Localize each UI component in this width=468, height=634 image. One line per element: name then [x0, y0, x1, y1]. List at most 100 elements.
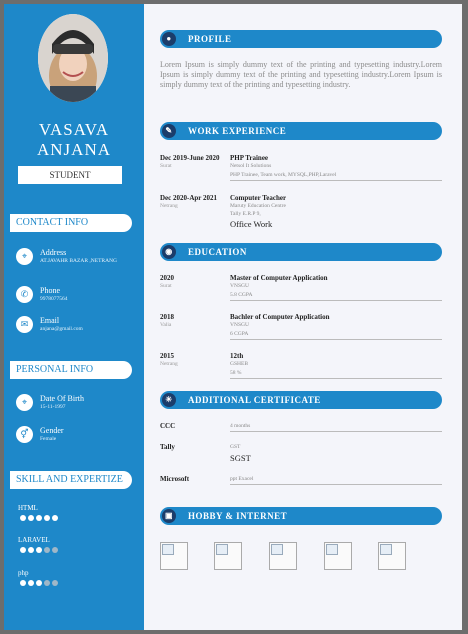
role-badge: STUDENT	[18, 166, 122, 184]
experience-title: Computer Teacher	[230, 194, 287, 202]
education-place: Valia	[160, 322, 172, 328]
experience-company: Netsol It Solutions	[230, 163, 272, 169]
hobby-heading: ▣ HOBBY & INTERNET	[160, 507, 442, 525]
experience-title: PHP Trainee	[230, 154, 269, 162]
address-value: AT.JAVAHR BAZAR ,NETRANG	[40, 258, 118, 264]
skill-dot-filled	[36, 515, 42, 521]
broken-image-icon	[326, 544, 338, 555]
skill-dot-filled	[20, 580, 26, 586]
education-place: Surat	[160, 283, 172, 289]
experience-place: Netrang	[160, 203, 178, 209]
certificate-heading: ✳ ADDITIONAL CERTIFICATE	[160, 391, 442, 409]
certificate-name: Tally	[160, 443, 175, 451]
email-value[interactable]: anjana@gmail.com	[40, 326, 136, 333]
skills-heading: SKILL AND EXPERTIZE	[10, 471, 132, 489]
education-heading-label: EDUCATION	[188, 247, 247, 257]
education-board: VNSGU	[230, 283, 249, 289]
phone-label: Phone	[40, 286, 60, 295]
certificate-detail: 4 months	[230, 423, 251, 429]
profile-text: Lorem Ipsum is simply dummy text of the …	[160, 60, 442, 89]
experience-heading-label: WORK EXPERIENCE	[188, 126, 287, 136]
skill-name: LARAVEL	[18, 536, 50, 544]
main-content: ● PROFILE Lorem Ipsum is simply dummy te…	[144, 4, 462, 630]
last-name: ANJANA	[37, 140, 111, 159]
broken-image-icon	[162, 544, 174, 555]
education-degree: Bachler of Computer Application	[230, 313, 330, 321]
education-degree: Master of Computer Application	[230, 274, 328, 282]
skill-rating	[20, 515, 58, 521]
education-year: 2015	[160, 352, 174, 360]
education-year: 2020	[160, 274, 174, 282]
hobby-heading-label: HOBBY & INTERNET	[188, 511, 288, 521]
gender-icon: ⚥	[16, 426, 33, 443]
certificate-name: Microsoft	[160, 475, 190, 483]
map-pin-icon: ⌖	[16, 248, 33, 265]
experience-extra: Office Work	[230, 219, 273, 229]
education-degree: 12th	[230, 352, 244, 360]
education-score: 58 %	[230, 370, 242, 376]
user-icon: ●	[162, 32, 176, 46]
experience-date: Dec 2019-June 2020	[160, 154, 220, 162]
address-label: Address	[40, 248, 67, 257]
divider	[230, 431, 442, 432]
dob-label: Date Of Birth	[40, 394, 84, 403]
skill-dot-filled	[20, 515, 26, 521]
skill-dot-empty	[44, 580, 50, 586]
experience-place: Surat	[160, 163, 172, 169]
first-name: VASAVA	[38, 120, 110, 139]
sidebar: VASAVA ANJANA STUDENT CONTACT INFO ⌖ Add…	[4, 4, 144, 630]
pencil-icon: ✎	[162, 124, 176, 138]
experience-company: Maruty Education Centre	[230, 203, 286, 209]
hobby-image	[378, 542, 406, 570]
broken-image-icon	[271, 544, 283, 555]
hobby-image	[324, 542, 352, 570]
gender-label: Gender	[40, 426, 64, 435]
divider	[230, 339, 442, 340]
contact-heading: CONTACT INFO	[10, 214, 132, 232]
skill-dot-filled	[28, 547, 34, 553]
skill-rating	[20, 547, 58, 553]
graduation-cap-icon: ◉	[162, 245, 176, 259]
skill-dot-empty	[52, 547, 58, 553]
skill-dot-filled	[28, 580, 34, 586]
skill-dot-filled	[36, 580, 42, 586]
resume-page: VASAVA ANJANA STUDENT CONTACT INFO ⌖ Add…	[4, 4, 462, 630]
experience-detail: Tally E.R.P 9,	[230, 211, 261, 217]
hobby-image	[214, 542, 242, 570]
skill-name: HTML	[18, 504, 38, 512]
experience-detail: PHP Trainee, Team work, MYSQL,PHP,Larave…	[230, 172, 337, 178]
mail-icon: ✉	[16, 316, 33, 333]
skill-dot-empty	[44, 547, 50, 553]
profile-heading-label: PROFILE	[188, 34, 232, 44]
education-score: 6 CGPA	[230, 331, 249, 337]
skill-dot-filled	[28, 515, 34, 521]
education-score: 5.8 CGPA	[230, 292, 253, 298]
skill-name: php	[18, 569, 29, 577]
divider	[230, 378, 442, 379]
certificate-name: CCC	[160, 422, 176, 430]
hobby-image	[269, 542, 297, 570]
broken-image-icon	[380, 544, 392, 555]
personal-heading: PERSONAL INFO	[10, 361, 132, 379]
certificate-detail: GST	[230, 444, 241, 450]
education-year: 2018	[160, 313, 174, 321]
education-heading: ◉ EDUCATION	[160, 243, 442, 261]
experience-heading: ✎ WORK EXPERIENCE	[160, 122, 442, 140]
skill-rating	[20, 580, 58, 586]
profile-heading: ● PROFILE	[160, 30, 442, 48]
map-pin-icon: ⌖	[16, 394, 33, 411]
broken-image-icon	[216, 544, 228, 555]
phone-icon: ✆	[16, 286, 33, 303]
person-name: VASAVA ANJANA	[4, 120, 144, 160]
education-board: GSHEB	[230, 361, 249, 367]
certificate-heading-label: ADDITIONAL CERTIFICATE	[188, 395, 321, 405]
hobby-image	[160, 542, 188, 570]
email-label: Email	[40, 316, 60, 325]
sun-icon: ✳	[162, 393, 176, 407]
profile-photo	[38, 14, 108, 102]
divider	[230, 300, 442, 301]
divider	[230, 180, 442, 181]
computer-icon: ▣	[162, 509, 176, 523]
skill-dot-filled	[36, 547, 42, 553]
skill-dot-filled	[52, 515, 58, 521]
